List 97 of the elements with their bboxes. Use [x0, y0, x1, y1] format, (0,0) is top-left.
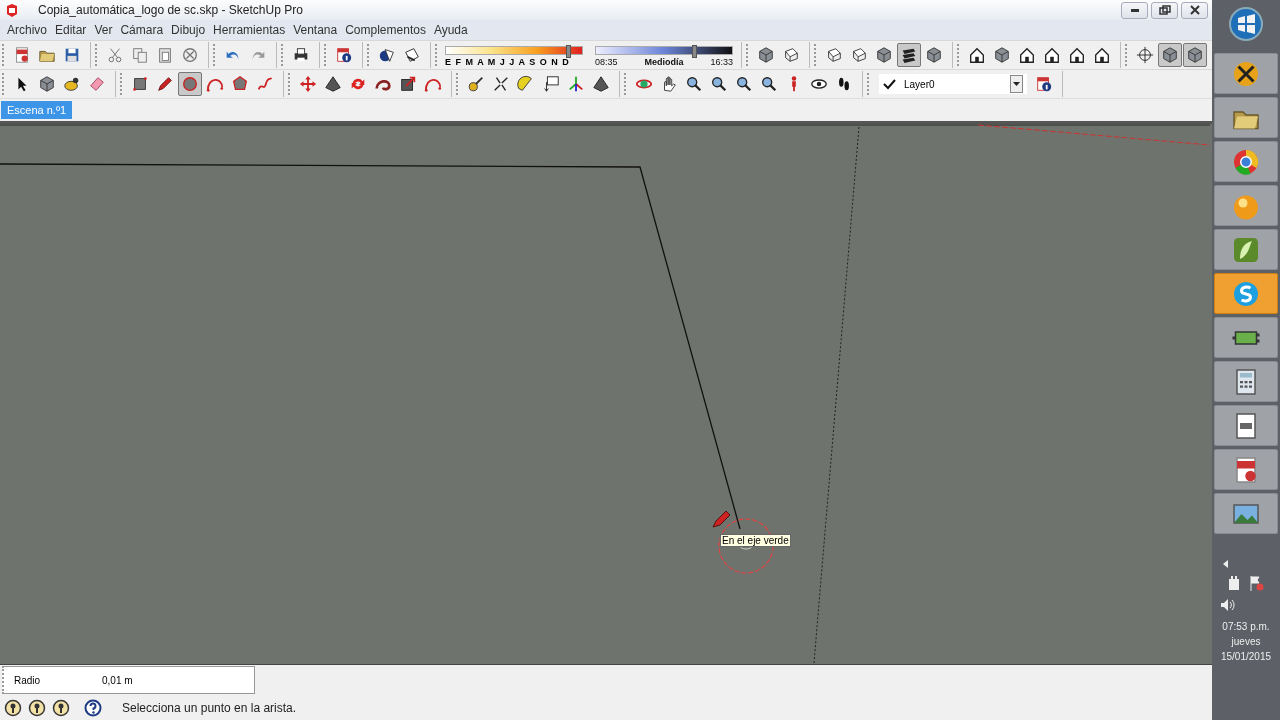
protractor-icon	[517, 75, 535, 93]
time-label: 08:35	[595, 57, 618, 67]
menu-item[interactable]: Dibujo	[167, 23, 210, 37]
menu-item[interactable]: Archivo	[3, 23, 51, 37]
clock-day[interactable]: jueves	[1231, 634, 1261, 649]
crosshair-icon	[1136, 46, 1154, 64]
taskbar-button[interactable]	[1214, 53, 1278, 94]
menu-item[interactable]: Cámara	[116, 23, 168, 37]
taskbar-button[interactable]	[1214, 449, 1278, 490]
shadow-icon	[378, 46, 396, 64]
cube-icon	[925, 46, 943, 64]
tool-button[interactable]	[897, 43, 921, 67]
time-label: 16:33	[710, 57, 733, 67]
minimize-button[interactable]	[1121, 1, 1148, 19]
eraser-icon	[88, 75, 106, 93]
cube-icon	[38, 75, 56, 93]
scale-icon	[399, 75, 417, 93]
cube-icon	[1161, 46, 1179, 64]
house-icon	[1093, 46, 1111, 64]
cube-icon	[1186, 46, 1204, 64]
dropdown-button[interactable]	[1010, 75, 1023, 93]
month-slider[interactable]	[445, 46, 583, 55]
copy-icon	[131, 46, 149, 64]
clock-date[interactable]: 15/01/2015	[1220, 649, 1272, 664]
magnifier-icon	[760, 75, 778, 93]
drawing-viewport[interactable]: En el eje verde	[0, 121, 1212, 664]
paint-bucket-icon	[63, 75, 81, 93]
fog-icon	[403, 46, 421, 64]
tooltip: En el eje verde	[720, 534, 791, 547]
measurement-value[interactable]: 0,01 m	[102, 674, 133, 686]
house-icon	[968, 46, 986, 64]
slider-thumb[interactable]	[566, 45, 572, 58]
help-icon[interactable]	[84, 698, 102, 717]
clock-time[interactable]: 07:53 p.m.	[1222, 619, 1270, 634]
month-labels: E F M A M J J A S O N D	[445, 57, 571, 67]
taskbar-button[interactable]	[1214, 317, 1278, 358]
magnifier-icon	[685, 75, 703, 93]
cube-icon	[875, 46, 893, 64]
slider-thumb[interactable]	[691, 45, 697, 58]
magnifier-icon	[710, 75, 728, 93]
magnifier-icon	[735, 75, 753, 93]
stripes-icon	[900, 46, 918, 64]
menu-item[interactable]: Complementos	[341, 23, 430, 37]
minimize-icon	[1130, 8, 1139, 12]
taskbar-button[interactable]	[1214, 97, 1278, 138]
box-icon	[782, 46, 800, 64]
window-title: Copia_automática_logo de sc.skp - SketchUp Pro	[38, 3, 304, 17]
menu-item[interactable]: Ver	[90, 23, 117, 37]
time-label: Mediodía	[644, 57, 684, 67]
box-icon	[850, 46, 868, 64]
scissors-icon	[106, 46, 124, 64]
move-icon	[299, 75, 317, 93]
dimension-icon	[492, 75, 510, 93]
taskbar-button[interactable]	[1214, 361, 1278, 402]
menu-item[interactable]: Ayuda	[429, 23, 472, 37]
close-button[interactable]	[1181, 1, 1208, 19]
clipboard-icon	[156, 46, 174, 64]
cancel-icon	[181, 46, 199, 64]
text-label-icon	[542, 75, 560, 93]
taskbar-button[interactable]	[1214, 405, 1278, 446]
printer-icon	[292, 46, 310, 64]
freehand-icon	[256, 75, 274, 93]
time-slider[interactable]	[595, 46, 733, 55]
menu-item[interactable]: Editar	[51, 23, 91, 37]
restore-button[interactable]	[1151, 1, 1178, 19]
status-message: Selecciona un punto en la arista.	[122, 700, 297, 715]
house-icon	[1043, 46, 1061, 64]
pencil-icon	[156, 75, 174, 93]
cube-icon	[993, 46, 1011, 64]
rectangle-icon	[131, 75, 149, 93]
pyramid-icon	[324, 75, 342, 93]
expand-tray-icon[interactable]	[1222, 559, 1229, 569]
measurement-label: Radio	[14, 674, 42, 686]
house-icon	[1018, 46, 1036, 64]
layer-name: Layer0	[904, 78, 936, 90]
tape-measure-icon	[467, 75, 485, 93]
menu-item[interactable]: Ventana	[289, 23, 342, 37]
caret-icon	[1012, 81, 1021, 87]
info-icon	[335, 46, 353, 64]
speaker-icon[interactable]	[1220, 597, 1236, 613]
circle-icon	[181, 75, 199, 93]
power-icon[interactable]	[1227, 575, 1241, 591]
app-logo-icon	[4, 2, 20, 18]
house-icon	[1068, 46, 1086, 64]
start-button[interactable]	[1228, 6, 1264, 42]
polygon-icon	[231, 75, 249, 93]
cube-icon	[757, 46, 775, 64]
pencil-cursor-icon	[711, 509, 733, 529]
box-icon	[825, 46, 843, 64]
layer-dropdown[interactable]: Layer0	[879, 74, 1027, 94]
axes-icon	[567, 75, 585, 93]
info-icon	[1035, 75, 1053, 93]
document-icon	[13, 46, 31, 64]
flag-icon[interactable]	[1249, 575, 1265, 591]
menu-item[interactable]: Herramientas	[209, 23, 290, 37]
pyramid-icon	[592, 75, 610, 93]
taskbar-button[interactable]	[1214, 229, 1278, 270]
